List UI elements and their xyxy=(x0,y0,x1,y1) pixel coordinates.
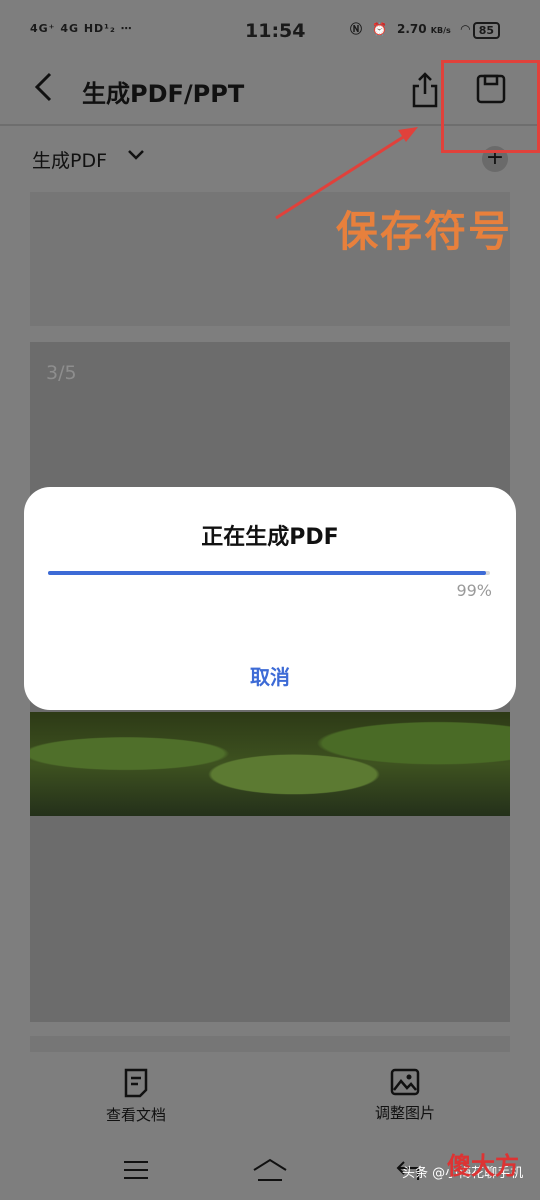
progress-percent: 99% xyxy=(456,581,492,600)
document-icon xyxy=(124,1068,148,1098)
view-document-label: 查看文档 xyxy=(105,1106,166,1124)
adjust-image-button[interactable]: 调整图片 xyxy=(335,1068,475,1123)
annotation-label: 保存符号 xyxy=(336,207,513,256)
plant-photo xyxy=(30,712,510,816)
progress-fill xyxy=(48,571,486,575)
page-indicator: 3/5 xyxy=(46,362,77,384)
cancel-button[interactable]: 取消 xyxy=(24,661,516,690)
bottom-toolbar: 查看文档 调整图片 xyxy=(0,1052,540,1144)
system-nav-bar: 头条 @小梅花聊手机 傻大方 xyxy=(0,1144,540,1200)
view-document-button[interactable]: 查看文档 xyxy=(66,1068,206,1125)
adjust-image-label: 调整图片 xyxy=(374,1104,435,1122)
progress-dialog: 正在生成PDF 99% 取消 xyxy=(24,487,516,710)
progress-bar xyxy=(48,571,490,575)
annotation-highlight-box xyxy=(441,60,540,153)
menu-icon[interactable] xyxy=(122,1158,150,1186)
dialog-title: 正在生成PDF xyxy=(201,525,339,550)
watermark-logo: 傻大方 xyxy=(447,1152,519,1180)
image-icon xyxy=(390,1068,420,1096)
home-icon[interactable] xyxy=(252,1158,288,1188)
